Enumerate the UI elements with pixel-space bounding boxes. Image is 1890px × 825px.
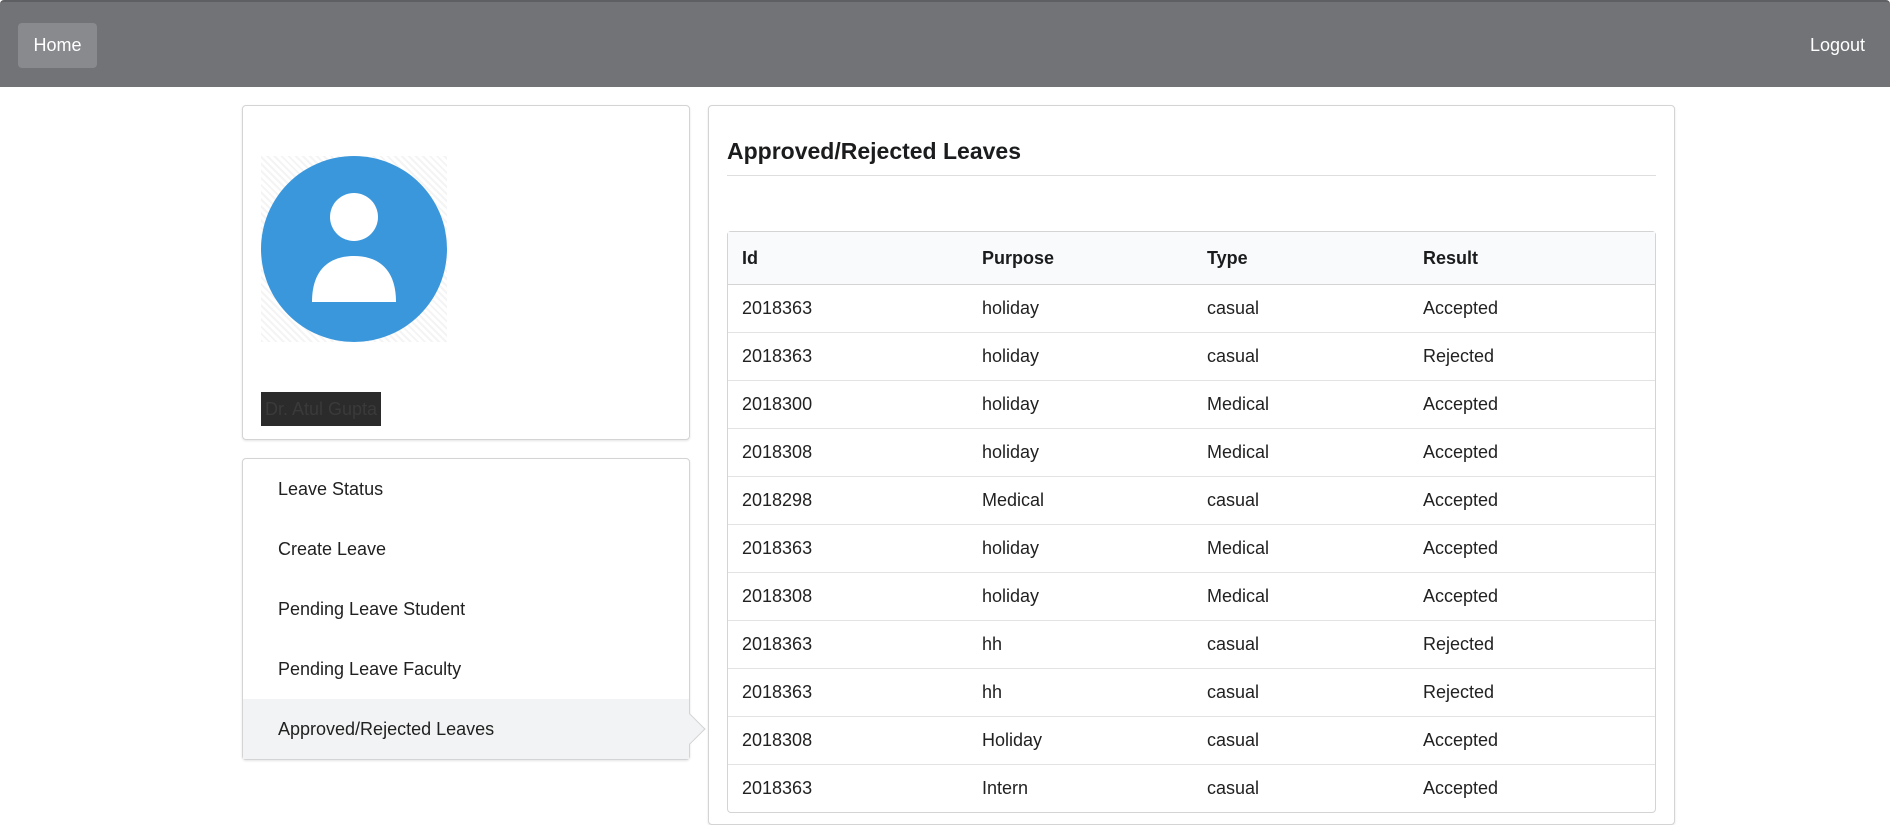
table-row: 2018363 holiday casual Accepted [728,285,1655,332]
page-title: Approved/Rejected Leaves [727,138,1656,176]
profile-card: Dr. Atul Gupta [242,105,690,440]
table-row: 2018363 holiday casual Rejected [728,332,1655,380]
cell-result: Accepted [1409,524,1655,572]
cell-type: casual [1193,764,1409,812]
cell-purpose: holiday [968,332,1193,380]
cell-purpose: Medical [968,476,1193,524]
cell-id: 2018300 [728,380,968,428]
cell-purpose: hh [968,668,1193,716]
cell-result: Accepted [1409,380,1655,428]
table-row: 2018363 Intern casual Accepted [728,764,1655,812]
cell-id: 2018363 [728,332,968,380]
cell-purpose: Holiday [968,716,1193,764]
cell-type: casual [1193,620,1409,668]
user-avatar-icon [261,156,447,342]
table-row: 2018308 holiday Medical Accepted [728,572,1655,620]
cell-purpose: holiday [968,428,1193,476]
cell-type: casual [1193,476,1409,524]
cell-type: casual [1193,668,1409,716]
active-pointer-arrow [674,713,706,745]
cell-result: Rejected [1409,620,1655,668]
menu-item-approved-rejected-leaves[interactable]: Approved/Rejected Leaves [243,699,706,759]
cell-id: 2018363 [728,620,968,668]
cell-purpose: holiday [968,572,1193,620]
home-button[interactable]: Home [18,23,97,68]
cell-id: 2018308 [728,716,968,764]
cell-purpose: Intern [968,764,1193,812]
table-row: 2018308 Holiday casual Accepted [728,716,1655,764]
menu-item-pending-leave-faculty[interactable]: Pending Leave Faculty [243,639,689,699]
content-panel: Approved/Rejected Leaves Id Purpose Type… [708,105,1675,825]
column-header-id[interactable]: Id [728,232,968,285]
cell-result: Accepted [1409,476,1655,524]
cell-type: Medical [1193,380,1409,428]
menu-item-create-leave[interactable]: Create Leave [243,519,689,579]
table-header-row: Id Purpose Type Result [728,232,1655,285]
cell-type: casual [1207,298,1260,318]
cell-purpose: holiday [982,298,1040,318]
table-row: 2018300 holiday Medical Accepted [728,380,1655,428]
menu-item-pending-leave-student[interactable]: Pending Leave Student [243,579,689,639]
cell-type: Medical [1193,524,1409,572]
table-row: 2018363 holiday Medical Accepted [728,524,1655,572]
profile-name: Dr. Atul Gupta [261,392,382,426]
logout-link[interactable]: Logout [1810,23,1865,68]
avatar [261,156,447,342]
cell-result: Accepted [1409,572,1655,620]
cell-result: Accepted [1409,428,1655,476]
menu-item-label: Approved/Rejected Leaves [278,719,495,739]
cell-result: Accepted [1409,764,1655,812]
table-row: 2018308 holiday Medical Accepted [728,428,1655,476]
cell-type: Medical [1193,572,1409,620]
cell-result: Accepted [1409,716,1655,764]
table-row: 2018363 hh casual Rejected [728,620,1655,668]
table-row: 2018363 hh casual Rejected [728,668,1655,716]
cell-id: 2018308 [728,572,968,620]
cell-purpose: holiday [968,380,1193,428]
cell-result: Accepted [1423,298,1499,318]
cell-type: casual [1193,332,1409,380]
cell-purpose: hh [968,620,1193,668]
menu-item-leave-status[interactable]: Leave Status [243,459,689,519]
cell-id: 2018363 [728,524,968,572]
column-header-purpose[interactable]: Purpose [968,232,1193,285]
column-header-result[interactable]: Result [1409,232,1655,285]
cell-id: 2018298 [728,476,968,524]
column-header-type[interactable]: Type [1193,232,1409,285]
cell-id: 2018363 [728,764,968,812]
leaves-table: Id Purpose Type Result 2018363 holiday c… [727,231,1656,813]
cell-purpose: holiday [968,524,1193,572]
cell-id: 2018363 [742,298,813,318]
cell-type: casual [1193,716,1409,764]
sidebar-menu: Leave Status Create Leave Pending Leave … [242,458,706,760]
cell-result: Rejected [1409,668,1655,716]
table-row: 2018298 Medical casual Accepted [728,476,1655,524]
cell-id: 2018363 [728,668,968,716]
cell-type: Medical [1193,428,1409,476]
cell-result: Rejected [1409,332,1655,380]
cell-id: 2018308 [728,428,968,476]
top-menu-bar: Home Logout [0,0,1890,87]
